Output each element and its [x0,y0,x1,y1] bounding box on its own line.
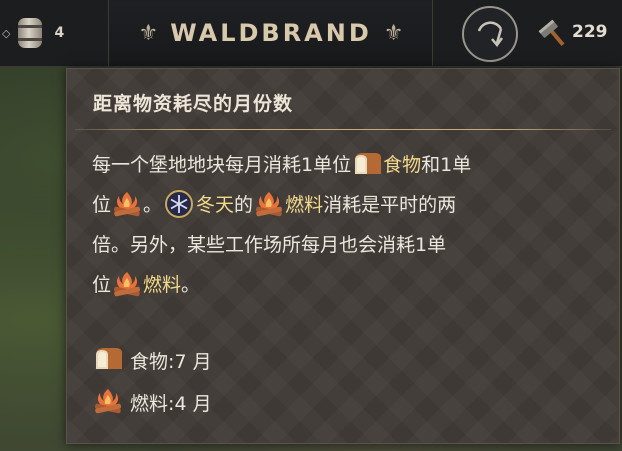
text-segment: 和1单 [421,154,472,176]
tooltip-description: 每一个堡地地块每月消耗1单位 食物和1单 位 。 冬天的 燃料消耗是平时的两 倍… [92,145,592,305]
fuel-stat: 燃料:4 月 [92,387,212,416]
cycle-arrow-icon [477,21,504,48]
hammer-count: 229 [572,22,608,42]
text-segment: 。 [143,194,163,216]
text-segment: 位 [92,274,112,296]
food-stat: 食物:7 月 [92,345,212,374]
food-months-label: 食物:7 月 [130,351,212,373]
divider [75,129,611,130]
fleur-de-lis-icon: ⚜ [383,20,404,46]
campfire-icon [256,192,283,217]
diamond-icon: ◇ [2,26,11,40]
bread-icon [355,153,382,174]
winter-keyword: 冬天 [196,194,235,216]
barrel-count: 4 [54,25,65,41]
text-segment: 倍。另外，某些工作场所每月也会消耗1单 [92,234,447,256]
campfire-icon [114,272,140,297]
region-title-bar[interactable]: ⚜ WALDBRAND ⚜ [110,0,433,66]
tooltip-panel: 距离物资耗尽的月份数 每一个堡地地块每月消耗1单位 食物和1单 位 。 冬天的 … [66,68,620,444]
fuel-keyword: 燃料 [285,194,324,216]
text-segment: 位 [92,194,112,216]
bread-icon [96,348,123,369]
top-bar: ◇ 4 ⚜ WALDBRAND ⚜ 229 [0,0,622,67]
campfire-icon [95,389,121,414]
cycle-button[interactable] [462,6,518,62]
tooltip-title: 距离物资耗尽的月份数 [93,93,294,115]
campfire-icon [114,192,140,217]
text-segment: 每一个堡地地块每月消耗1单位 [92,154,352,176]
fuel-keyword: 燃料 [143,274,182,296]
food-keyword: 食物 [383,154,422,176]
snowflake-icon [165,190,194,218]
text-segment: 消耗是平时的两 [323,194,457,216]
barrel-resource[interactable]: ◇ 4 [0,0,109,66]
fleur-de-lis-icon: ⚜ [138,20,159,46]
text-segment: 。 [181,274,201,296]
fuel-months-label: 燃料:4 月 [130,393,212,415]
text-segment: 的 [234,194,254,216]
region-title: WALDBRAND [170,19,372,47]
hammer-icon[interactable] [538,18,570,50]
barrel-icon [18,18,43,48]
